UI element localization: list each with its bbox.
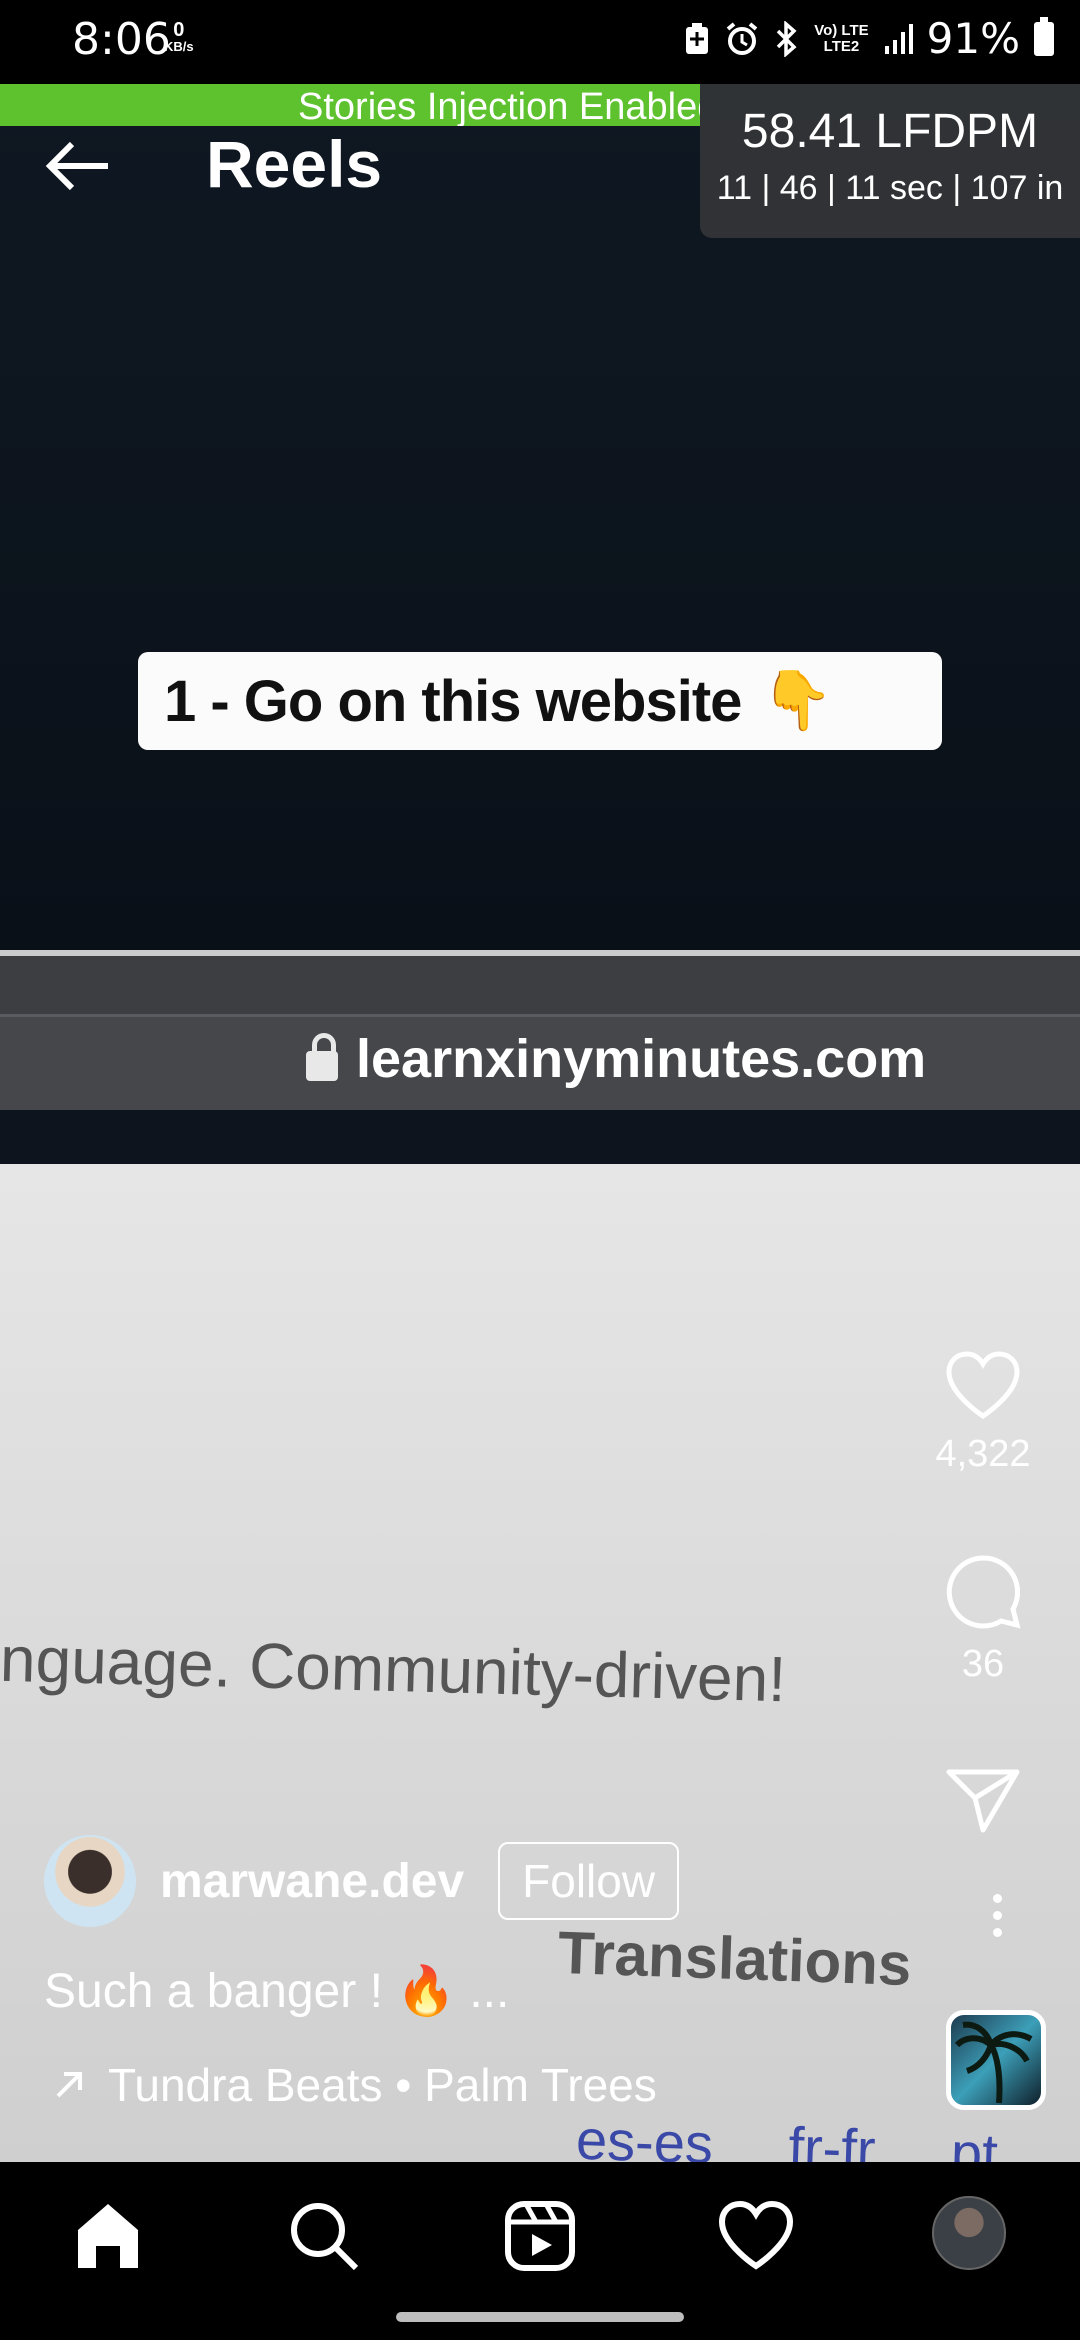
video-caption-box: 1 - Go on this website 👇 <box>138 652 942 750</box>
like-count: 4,322 <box>935 1433 1031 1475</box>
clock: 8:06 <box>72 14 171 65</box>
battery-saver-icon <box>686 22 709 54</box>
comment-action[interactable]: 36 <box>928 1552 1038 1686</box>
audio-text: Tundra Beats • Palm Trees <box>108 2059 657 2111</box>
perf-overlay-detail: 11 | 46 | 11 sec | 107 in <box>716 169 1064 207</box>
alarm-icon <box>726 21 758 55</box>
pointing-down-emoji: 👇 <box>761 668 833 733</box>
status-bar: 8:06 0 KB/s Vo) LTE LTE2 91% <box>0 0 1080 84</box>
home-indicator[interactable] <box>396 2312 684 2322</box>
reels-icon <box>505 2201 575 2271</box>
heart-outline-icon <box>718 2200 794 2270</box>
status-icons: Vo) LTE LTE2 91% <box>684 14 1054 63</box>
network-type-top: Vo) LTE <box>814 21 869 39</box>
follow-button[interactable]: Follow <box>498 1842 680 1920</box>
video-url-text: learnxinyminutes.com <box>356 1029 927 1089</box>
data-rate: 0 KB/s <box>164 20 194 54</box>
video-caption-text: 1 - Go on this website <box>164 668 742 734</box>
arrow-up-right-icon <box>56 2072 82 2098</box>
back-button[interactable] <box>42 136 114 196</box>
lock-icon <box>306 1033 338 1081</box>
avatar[interactable] <box>44 1835 136 1927</box>
back-arrow-icon <box>45 141 108 191</box>
bottom-nav <box>0 2162 1080 2340</box>
author-row: marwane.dev Follow <box>44 1834 680 1928</box>
video-section-text: Translations <box>556 1918 913 1999</box>
nav-search[interactable] <box>284 2196 364 2276</box>
comment-icon <box>946 1555 1021 1629</box>
home-icon <box>78 2204 138 2268</box>
battery-percent: 91% <box>926 14 1020 63</box>
search-icon <box>291 2203 359 2271</box>
network-type: Vo) LTE LTE2 <box>814 21 869 55</box>
more-options-icon[interactable] <box>990 1894 1004 1946</box>
perf-overlay-value: 58.41 LFDPM <box>741 105 1039 158</box>
perf-overlay: 58.41 LFDPM 11 | 46 | 11 sec | 107 in <box>700 84 1080 238</box>
profile-avatar <box>932 2196 1006 2270</box>
audio-thumbnail[interactable] <box>946 2010 1046 2110</box>
signal-icon <box>884 23 913 54</box>
nav-profile[interactable] <box>932 2196 1012 2276</box>
battery-icon <box>1034 16 1054 56</box>
injection-banner: Stories Injection Enabled <box>0 84 700 126</box>
post-caption[interactable]: Such a banger ! 🔥 ... <box>44 1962 509 2019</box>
nav-home[interactable] <box>68 2196 148 2276</box>
like-action[interactable]: 4,322 <box>928 1350 1038 1476</box>
video-url: learnxinyminutes.com <box>306 1028 926 1090</box>
page-title: Reels <box>206 127 383 201</box>
nav-reels[interactable] <box>500 2196 580 2276</box>
data-rate-value: 0 <box>173 19 185 41</box>
bluetooth-icon <box>776 20 797 57</box>
comment-count: 36 <box>961 1643 1005 1685</box>
palm-tree-icon <box>954 2021 1033 2104</box>
injection-banner-text: Stories Injection Enabled <box>298 86 700 126</box>
data-rate-unit: KB/s <box>164 39 194 54</box>
nav-activity[interactable] <box>716 2196 796 2276</box>
share-action[interactable] <box>928 1766 1038 1841</box>
audio-link[interactable]: Tundra Beats • Palm Trees <box>54 2058 657 2112</box>
heart-icon <box>946 1351 1020 1419</box>
send-icon <box>946 1769 1020 1833</box>
network-type-bottom: LTE2 <box>823 37 860 55</box>
username[interactable]: marwane.dev <box>160 1854 464 1909</box>
